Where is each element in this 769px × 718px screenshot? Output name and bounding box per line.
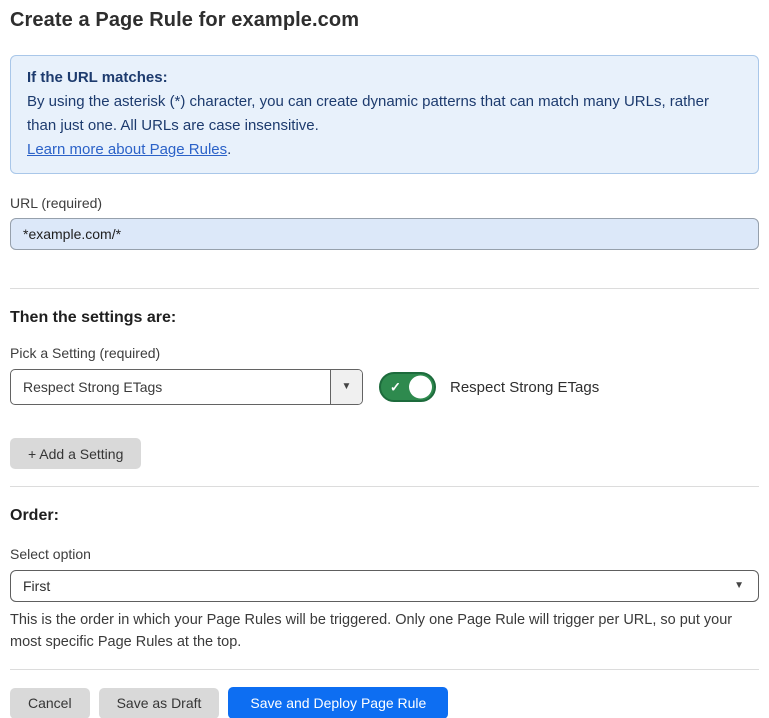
order-section-heading: Order: — [10, 507, 759, 525]
info-box-text: By using the asterisk (*) character, you… — [27, 93, 709, 134]
order-select[interactable]: First ▼ — [10, 570, 759, 602]
setting-select-value: Respect Strong ETags — [11, 370, 330, 404]
page-title: Create a Page Rule for example.com — [10, 9, 759, 32]
info-box-heading: If the URL matches: — [27, 66, 742, 90]
setting-picker-label: Pick a Setting (required) — [10, 345, 759, 361]
toggle-knob — [409, 376, 432, 399]
info-link-suffix: . — [227, 141, 231, 158]
order-select-label: Select option — [10, 546, 759, 562]
section-divider — [10, 288, 759, 289]
check-icon: ✓ — [390, 381, 401, 394]
add-setting-button[interactable]: + Add a Setting — [10, 438, 141, 469]
url-match-info-box: If the URL matches: By using the asteris… — [10, 55, 759, 174]
info-box-body: By using the asterisk (*) character, you… — [27, 90, 742, 162]
setting-row: Respect Strong ETags ▼ ✓ Respect Strong … — [10, 369, 759, 405]
section-divider — [10, 486, 759, 487]
url-input[interactable] — [10, 218, 759, 250]
learn-more-link[interactable]: Learn more about Page Rules — [27, 141, 227, 158]
setting-toggle-label: Respect Strong ETags — [450, 379, 599, 396]
setting-toggle[interactable]: ✓ — [379, 372, 436, 402]
save-as-draft-button[interactable]: Save as Draft — [99, 688, 220, 718]
settings-section-heading: Then the settings are: — [10, 309, 759, 327]
url-field-label: URL (required) — [10, 195, 759, 211]
save-and-deploy-button[interactable]: Save and Deploy Page Rule — [228, 687, 448, 718]
order-select-chevron-area: ▼ — [734, 581, 758, 591]
footer-divider — [10, 669, 759, 670]
setting-select[interactable]: Respect Strong ETags ▼ — [10, 369, 363, 405]
create-page-rule-panel: Create a Page Rule for example.com If th… — [0, 0, 769, 718]
order-select-value: First — [11, 578, 734, 594]
chevron-down-icon: ▼ — [734, 581, 744, 591]
footer-actions: Cancel Save as Draft Save and Deploy Pag… — [10, 687, 759, 718]
chevron-down-icon: ▼ — [342, 382, 352, 392]
order-help-text: This is the order in which your Page Rul… — [10, 609, 759, 653]
cancel-button[interactable]: Cancel — [10, 688, 90, 718]
setting-select-arrow-button[interactable]: ▼ — [330, 370, 362, 404]
